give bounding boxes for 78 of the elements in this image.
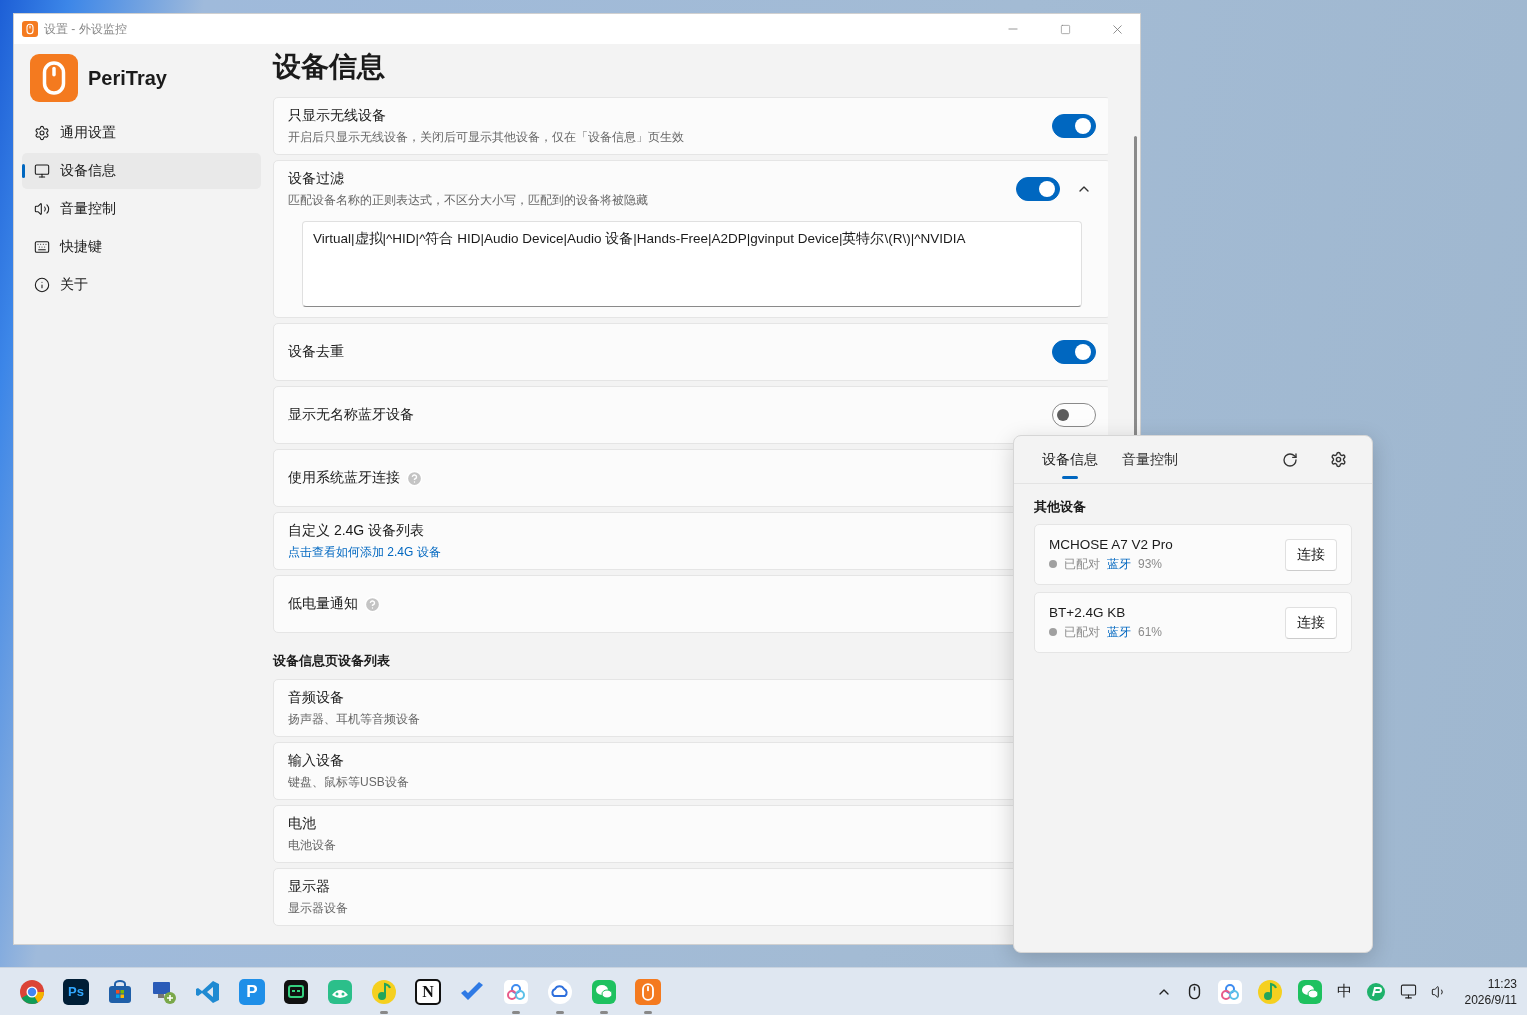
page-title: 设备信息 [273,50,386,84]
connect-button[interactable]: 连接 [1285,606,1337,639]
cloud-rings-icon[interactable] [503,978,529,1005]
device-name: MCHOSE A7 V2 Pro [1049,536,1174,552]
setting-description: 键盘、鼠标等USB设备 [288,773,410,791]
browser-icon[interactable] [19,978,45,1005]
setting-title: 显示无名称蓝牙设备 [288,406,414,424]
running-indicator [644,1010,652,1014]
setting-description: 开启后只显示无线设备，关闭后可显示其他设备，仅在「设备信息」页生效 [288,128,685,146]
running-indicator [556,1010,564,1014]
maximize-icon[interactable] [1059,23,1071,35]
app-name: PeriTray [88,66,167,90]
setting-description: 显示器设备 [288,899,349,917]
keyboard-icon [34,239,50,255]
battery-level: 93% [1138,557,1163,571]
code-editor-icon[interactable] [195,978,221,1005]
setting-title: 低电量通知 [288,595,358,613]
section-heading: 其他设备 [1034,498,1087,516]
clock[interactable]: 11:23 2026/9/11 [1460,976,1517,1007]
accelerator-icon[interactable] [1365,981,1386,1002]
setting-title: 电池 [288,814,317,833]
status-dot [1049,560,1057,568]
pair-status: 已配对 [1064,555,1100,573]
chat-icon[interactable] [1296,978,1323,1005]
running-indicator [512,1010,520,1014]
setting-description: 匹配设备名称的正则表达式，不区分大小写，匹配到的设备将被隐藏 [288,191,649,209]
window-title: 设置 - 外设监控 [44,20,128,38]
setting-title: 自定义 2.4G 设备列表 [288,521,425,540]
app-icon[interactable]: Ps [63,978,89,1005]
setting-title: 只显示无线设备 [288,106,386,125]
tab[interactable]: 设备信息 [1034,439,1106,483]
speaker-icon [34,201,50,217]
connection-type: 蓝牙 [1107,623,1131,641]
game-icon[interactable] [327,978,353,1005]
toggle-switch[interactable] [1052,403,1096,427]
network-icon[interactable] [1399,983,1417,1000]
app-icon[interactable]: N [415,978,441,1005]
setting-description: 电池设备 [288,836,337,854]
app-icon[interactable] [635,978,661,1005]
sidebar-item[interactable]: 快捷键 [22,229,261,265]
setting-title: 使用系统蓝牙连接 [288,469,400,487]
toggle-switch[interactable] [1052,114,1096,138]
battery-level: 61% [1138,625,1163,639]
sidebar-item[interactable]: 音量控制 [22,191,261,227]
running-indicator [600,1010,608,1014]
help-icon[interactable] [364,595,381,613]
cloud-icon[interactable] [547,978,573,1005]
chat-icon[interactable] [591,978,617,1005]
music-icon[interactable] [1256,978,1283,1005]
setting-title: 显示器 [288,877,331,896]
connect-button[interactable]: 连接 [1285,538,1337,571]
terminal-icon[interactable] [283,978,309,1005]
regex-input-field[interactable]: Virtual|虚拟|^HID|^符合 HID|Audio Device|Audio 设备|Hands-Free|A2DP|gvinput Device|英特尔\(R\)|^NVIDIA [302,221,1082,307]
setting-description: 扬声器、耳机等音频设备 [288,710,421,728]
shopping-bag-icon[interactable] [107,978,133,1005]
monitor-icon [34,163,50,179]
tab[interactable]: 音量控制 [1114,439,1186,483]
setting-title: 输入设备 [288,751,345,770]
music-icon[interactable] [371,978,397,1005]
sidebar-item[interactable]: 设备信息 [22,153,261,189]
gear-icon [34,125,50,141]
setting-title: 设备过滤 [288,169,344,188]
info-icon [34,277,50,293]
cloud-rings-icon[interactable] [1216,978,1243,1005]
setting-title: 音频设备 [288,688,345,707]
toggle-switch[interactable] [1052,340,1096,364]
running-indicator [380,1010,388,1014]
status-dot [1049,628,1057,636]
device-name: BT+2.4G KB [1049,604,1127,620]
help-icon[interactable] [406,469,423,487]
section-heading: 设备信息页设备列表 [273,652,391,670]
pair-status: 已配对 [1064,623,1100,641]
input-method-indicator[interactable]: 中 [1336,982,1352,1001]
connection-type: 蓝牙 [1107,555,1131,573]
setting-title: 设备去重 [288,343,344,361]
toggle-switch[interactable] [1016,177,1060,201]
sidebar-item[interactable]: 关于 [22,267,261,303]
sidebar-item[interactable]: 通用设置 [22,115,261,151]
